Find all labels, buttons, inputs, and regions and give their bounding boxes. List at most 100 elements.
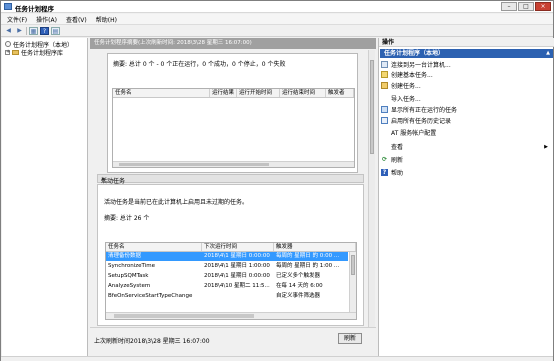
scroll-thumb[interactable] [370,60,374,154]
running-tasks-icon [381,106,388,113]
action-label: 连接到另一台计算机... [391,62,451,69]
column-header[interactable]: 下次运行时间 [202,243,274,251]
collapse-icon[interactable]: ▲ [546,49,550,58]
back-icon[interactable]: ◀ [4,27,13,35]
collapse-icon[interactable]: ▲ [101,176,360,182]
action-show-running[interactable]: 显示所有正在运行的任务 [381,105,552,114]
task-name: AnalyzeSystem [108,283,151,289]
action-enable-history[interactable]: 启用所有任务历史记录 [381,116,552,125]
actions-section-header[interactable]: 任务计划程序（本地） ▲ [380,49,553,58]
section-description: 活动任务是当前已在此计算机上启用且未过期的任务。 [104,199,249,206]
table-row[interactable]: AnalyzeSystem 2018\4\10 星期二 11:5... 在每 1… [106,282,348,291]
trigger: 在每 14 天的 6:00 [276,283,323,289]
task-name: BfeOnServiceStartTypeChange [108,293,193,299]
action-label: 启用所有任务历史记录 [391,118,452,125]
forward-icon[interactable]: ▶ [15,27,24,35]
action-at-service[interactable]: AT 服务帐户配置 [381,128,552,137]
task-name: SynchronizeTime [108,263,155,269]
close-button[interactable]: × [535,2,551,11]
tree-library-label: 任务计划程序库 [21,49,64,57]
next-run: 2018\4\10 星期二 11:5... [204,283,270,289]
import-icon [381,95,388,102]
table-row[interactable]: SetupSQMTask 2018\4\1 星期日 0:00:00 已定义多个触… [106,272,348,281]
table-vertical-scrollbar[interactable] [349,252,356,312]
show-tree-icon[interactable]: ▦ [29,26,38,35]
next-run: 2018\4\1 星期日 0:00:00 [204,273,270,279]
column-header[interactable]: 任务名 [113,89,210,97]
scroll-thumb[interactable] [351,255,355,275]
scroll-thumb[interactable] [114,314,254,318]
action-label: 创建基本任务... [391,72,433,79]
table-row[interactable]: BfeOnServiceStartTypeChange 自定义事件筛选器 [106,292,348,301]
create-task-icon [381,82,388,89]
action-view[interactable]: 查看 ▶ [381,142,552,152]
app-icon [4,3,12,10]
properties-icon[interactable]: ▤ [51,26,60,35]
menu-file[interactable]: 文件(F) [7,15,27,24]
table-row[interactable]: SynchronizeTime 2018\4\1 星期日 1:00:00 每周的… [106,262,348,271]
table-header: 任务名 下次运行时间 触发器 [106,243,356,252]
section-title: 任务计划程序（本地） [384,50,445,57]
table-row[interactable]: 清理备份数据 2018\4\1 星期日 0:00:00 每周的 星期日 的 0:… [106,252,348,261]
menu-view[interactable]: 查看(V) [66,15,87,24]
task-status-panel: 摘要: 总计 0 个 - 0 个正在运行，0 个成功，0 个停止，0 个失败 任… [107,53,358,173]
active-summary: 摘要: 总计 26 个 [104,215,150,222]
trigger: 已定义多个触发器 [276,273,321,279]
column-header[interactable]: 运行结果 [210,89,237,97]
summary-pane: 任务计划程序摘要(上次刷新时间: 2018\3\28 星期三 16:07:00)… [90,38,376,356]
active-tasks-section-header[interactable]: 活动任务 ▲ [97,174,364,185]
title-bar: 任务计划程序 – □ × [1,1,553,13]
toolbar-separator [26,26,27,35]
menu-help[interactable]: 帮助(H) [96,15,117,24]
summary-header: 任务计划程序摘要(上次刷新时间: 2018\3\28 星期三 16:07:00) [90,38,376,49]
menu-action[interactable]: 操作(A) [36,15,57,24]
vertical-scrollbar[interactable] [368,50,375,328]
column-header[interactable]: 触发者 [326,89,354,97]
column-header[interactable]: 触发器 [274,243,356,251]
action-import-task[interactable]: 导入任务... [381,94,552,103]
action-help[interactable]: ? 帮助 [381,168,552,177]
maximize-button[interactable]: □ [518,2,534,11]
table-horizontal-scrollbar[interactable] [106,312,356,319]
last-refresh-text: 上次刷新时间2018\3\28 星期三 16:07:00 [94,338,210,345]
next-run: 2018\4\1 星期日 0:00:00 [204,253,270,259]
action-label: 帮助 [391,170,404,177]
submenu-arrow-icon: ▶ [544,143,548,150]
refresh-button[interactable]: 刷新 [338,333,362,344]
expand-icon[interactable]: + [5,49,10,55]
action-refresh[interactable]: ⟳ 刷新 [381,155,552,164]
window-controls: – □ × [501,2,551,11]
action-label: AT 服务帐户配置 [391,130,437,137]
action-create-basic-task[interactable]: 创建基本任务... [381,70,552,79]
toolbar: ◀ ▶ ▦ ? ▤ [1,25,553,37]
scroll-thumb[interactable] [119,163,269,166]
trigger: 每周的 星期日 的 0:00 ... [276,253,340,259]
actions-header: 操作 [379,38,554,47]
action-create-task[interactable]: 创建任务... [381,81,552,90]
view-icon [381,143,388,150]
column-header[interactable]: 运行开始时间 [237,89,280,97]
trigger: 每周的 星期日 的 1:00 ... [276,263,340,269]
help-icon[interactable]: ? [40,26,49,35]
action-connect[interactable]: 连接到另一台计算机... [381,60,552,69]
tree-item-library[interactable]: + 任务计划程序库 [5,48,64,57]
trigger: 自定义事件筛选器 [276,293,321,299]
folder-icon [12,49,19,55]
column-header[interactable]: 任务名 [106,243,202,251]
active-tasks-table: 任务名 下次运行时间 触发器 清理备份数据 2018\4\1 星期日 0:00:… [105,242,357,320]
refresh-icon: ⟳ [381,156,388,163]
refresh-bar: 上次刷新时间2018\3\28 星期三 16:07:00 刷新 [90,327,376,356]
action-label: 创建任务... [391,83,421,90]
table-header: 任务名 运行结果 运行开始时间 运行结束时间 触发者 [113,89,354,98]
horizontal-scrollbar[interactable] [113,161,354,167]
column-header[interactable]: 运行结束时间 [280,89,326,97]
task-status-table: 任务名 运行结果 运行开始时间 运行结束时间 触发者 [112,88,355,168]
action-label: 刷新 [391,157,404,164]
action-label: 查看 [391,144,404,151]
menu-bar: 文件(F) 操作(A) 查看(V) 帮助(H) [1,14,553,25]
action-label: 导入任务... [391,96,421,103]
active-tasks-panel: 活动任务是当前已在此计算机上启用且未过期的任务。 摘要: 总计 26 个 任务名… [97,184,364,326]
at-service-icon [381,129,388,136]
help-icon: ? [381,169,388,176]
minimize-button[interactable]: – [501,2,517,11]
